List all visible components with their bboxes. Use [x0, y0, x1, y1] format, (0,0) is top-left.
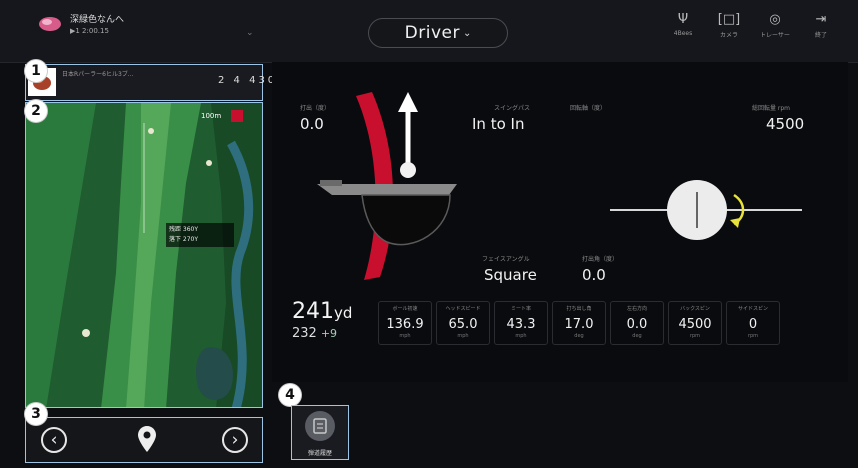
course-map[interactable]: 100m 残距 360Y 落下 270Y [25, 102, 263, 408]
hole-info-row[interactable]: 日本Rパーラー6ヒル3ブ... 2 4 430 [25, 64, 274, 101]
total-distance-value: 232 [292, 326, 317, 341]
face-label: フェイスアングル [482, 256, 530, 263]
user-status: ▶1 2:00.15 [70, 27, 109, 35]
stat-unit: mph [457, 333, 469, 339]
stat-cell: ボール初速 136.9 mph [378, 301, 432, 345]
camera-label: カメラ [719, 32, 738, 39]
history-label: 弾道履歴 [307, 450, 332, 457]
top-bar: 深緑色なんへ ▶1 2:00.15 ⌄ Driver ⌄ Ψ 4Bees [□]… [0, 0, 858, 63]
user-avatar-icon[interactable] [38, 14, 62, 34]
exit-icon: ⇥ [815, 12, 827, 27]
callout-1: 1 [25, 60, 47, 82]
stat-value: 0.0 [626, 317, 648, 332]
club-name: Driver [404, 23, 460, 43]
path-label: スイングパス [494, 105, 531, 112]
signal-icon: Ψ [677, 12, 689, 27]
stat-cell: サイドスピン 0 rpm [726, 301, 780, 345]
user-name[interactable]: 深緑色なんへ [70, 12, 124, 25]
hole-stats: 2 4 430 [218, 75, 278, 86]
carry-distance: 241yd [292, 299, 352, 324]
exit-button[interactable]: ⇥ 終了 [803, 12, 839, 39]
spin-label: 総回転量 rpm [752, 105, 791, 112]
stat-unit: rpm [689, 333, 701, 339]
camera-icon: [□] [717, 12, 741, 27]
signal-button[interactable]: Ψ 4Bees [665, 12, 701, 37]
next-hole-button[interactable]: › [222, 427, 248, 453]
stat-value: 65.0 [448, 317, 478, 332]
signal-label: 4Bees [673, 30, 693, 37]
club-swing-graphic [317, 92, 802, 280]
hole-nav-row: ‹ › [25, 417, 263, 463]
map-distance-info: 残距 360Y 落下 270Y [166, 223, 234, 247]
map-scale-badge: 100m [201, 112, 222, 120]
angle-label: 打出角（度） [582, 256, 619, 263]
chevron-down-icon: ⌄ [462, 27, 472, 39]
exit-label: 終了 [814, 32, 827, 39]
stat-cell: ミート率 43.3 mph [494, 301, 548, 345]
face-value: Square [484, 266, 537, 284]
carry-distance-value: 241 [292, 299, 334, 324]
map-info-line-2: 落下 270Y [169, 236, 199, 243]
total-distance: 232 +9 [292, 326, 337, 341]
carry-distance-unit: yd [334, 304, 353, 322]
stat-value: 0 [748, 317, 758, 332]
stat-cell: 打ち出し角 17.0 deg [552, 301, 606, 345]
spin-axis-label: 回転軸（度） [570, 105, 607, 112]
shot-stats-row: 241yd 232 +9 ボール初速 136.9 mph ヘッドスピード 65.0… [292, 299, 840, 345]
stat-value: 136.9 [386, 317, 424, 332]
shot-data-panel: 打出（度） 0.0 スイングパス In to In 回転軸（度） 総回転量 rp… [272, 62, 848, 382]
stat-label: 打ち出し角 [566, 306, 592, 312]
callout-2: 2 [25, 100, 47, 122]
stat-unit: mph [515, 333, 527, 339]
tracer-label: トレーサー [760, 32, 790, 39]
stat-label: サイドスピン [737, 306, 768, 312]
launch-value: 0.0 [300, 115, 324, 133]
stat-unit: deg [632, 333, 642, 339]
shot-history-button[interactable]: 弾道履歴 [291, 405, 349, 460]
stat-unit: deg [574, 333, 584, 339]
location-pin-icon[interactable] [138, 426, 156, 452]
tracer-button[interactable]: ◎ トレーサー [757, 12, 793, 39]
club-selector[interactable]: Driver ⌄ [368, 18, 508, 48]
stat-value: 43.3 [506, 317, 536, 332]
user-chevron-icon[interactable]: ⌄ [246, 28, 254, 38]
stat-label: ヘッドスピード [445, 306, 481, 312]
stat-label: バックスピン [680, 306, 710, 312]
history-icon [305, 411, 335, 441]
launch-label: 打出（度） [300, 105, 331, 112]
stat-value: 4500 [678, 317, 712, 332]
stat-cell: バックスピン 4500 rpm [668, 301, 722, 345]
course-map-graphic [26, 103, 262, 407]
stat-cell: 左右方向 0.0 deg [610, 301, 664, 345]
stat-label: 左右方向 [626, 306, 647, 312]
prev-hole-button[interactable]: ‹ [41, 427, 67, 453]
angle-value: 0.0 [582, 266, 606, 284]
map-info-line-1: 残距 360Y [169, 226, 199, 233]
history-icon-graphic [313, 418, 327, 434]
hole-name: 日本Rパーラー6ヒル3ブ... [62, 71, 134, 78]
path-value: In to In [472, 115, 525, 133]
distance-diff: +9 [320, 327, 338, 340]
camera-button[interactable]: [□] カメラ [711, 12, 747, 39]
stat-label: ボール初速 [392, 306, 418, 312]
callout-3: 3 [25, 403, 47, 425]
tracer-icon: ◎ [769, 12, 781, 27]
stat-label: ミート率 [510, 306, 531, 312]
spin-value: 4500 [766, 115, 805, 133]
stat-value: 17.0 [564, 317, 594, 332]
stat-unit: rpm [747, 333, 759, 339]
callout-4: 4 [279, 384, 301, 406]
stat-unit: mph [399, 333, 411, 339]
stat-cell: ヘッドスピード 65.0 mph [436, 301, 490, 345]
